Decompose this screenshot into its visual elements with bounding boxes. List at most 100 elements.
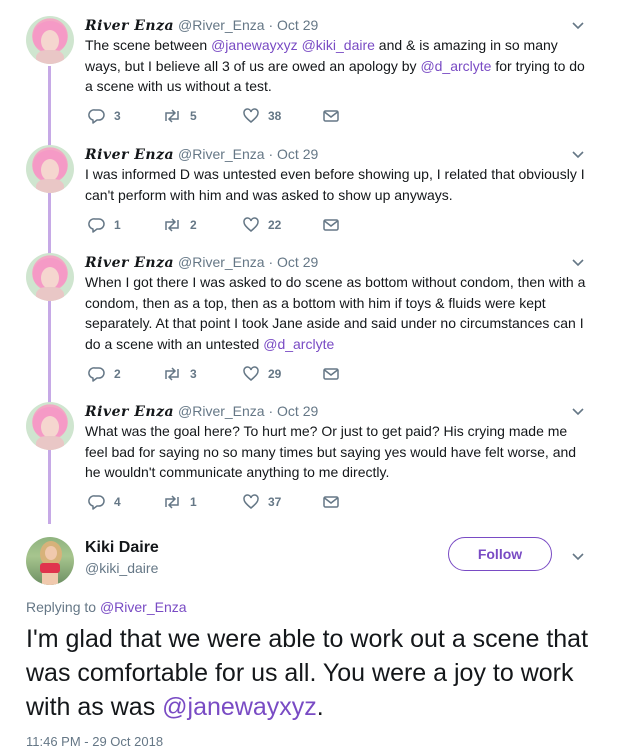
- retweet-count: 1: [190, 495, 197, 509]
- tweet-text-segment: When I got there I was asked to do scene…: [85, 274, 586, 352]
- tweet-timestamp[interactable]: 11:46 PM - 29 Oct 2018: [26, 734, 163, 749]
- avatar[interactable]: [26, 253, 74, 301]
- like-button[interactable]: 22: [242, 216, 322, 234]
- chevron-down-icon[interactable]: [571, 18, 585, 32]
- reply-count: 4: [114, 495, 121, 509]
- separator-dot: ·: [268, 403, 274, 419]
- tweet-actions: 2 3 29: [88, 364, 340, 384]
- separator-dot: ·: [268, 17, 274, 33]
- display-name[interactable]: River Enza: [85, 404, 174, 420]
- retweet-count: 2: [190, 218, 197, 232]
- reply-button[interactable]: 1: [88, 216, 162, 234]
- tweet-text: The scene between @janewayxyz @kiki_dair…: [85, 35, 590, 97]
- mention-link[interactable]: @janewayxyz: [211, 37, 298, 53]
- follow-button[interactable]: Follow: [448, 537, 552, 571]
- thread-tweet-4[interactable]: River Enza @River_Enza · Oct 29 What was…: [0, 402, 619, 518]
- reply-button[interactable]: 3: [88, 107, 162, 125]
- direct-message-icon: [322, 365, 340, 383]
- reply-button[interactable]: 4: [88, 493, 162, 511]
- display-name[interactable]: Kiki Daire: [85, 539, 159, 557]
- tweet-text: I was informed D was untested even befor…: [85, 164, 590, 205]
- retweet-button[interactable]: 5: [162, 107, 242, 125]
- chevron-down-icon[interactable]: [571, 147, 585, 161]
- display-name[interactable]: River Enza: [85, 147, 174, 163]
- like-button[interactable]: 37: [242, 493, 322, 511]
- separator-dot: ·: [268, 146, 274, 162]
- replying-prefix: Replying to: [26, 599, 100, 615]
- avatar[interactable]: [26, 16, 74, 64]
- thread-tweet-3[interactable]: River Enza @River_Enza · Oct 29 When I g…: [0, 253, 619, 389]
- username[interactable]: @River_Enza: [178, 17, 265, 33]
- retweet-button[interactable]: 3: [162, 365, 242, 383]
- mention-link[interactable]: @d_arclyte: [420, 58, 491, 74]
- display-name[interactable]: River Enza: [85, 18, 174, 34]
- retweet-button[interactable]: 1: [162, 493, 242, 511]
- like-icon: [242, 365, 260, 383]
- tweet-text: What was the goal here? To hurt me? Or j…: [85, 421, 590, 483]
- retweet-icon: [162, 493, 182, 511]
- chevron-down-icon[interactable]: [571, 255, 585, 269]
- tweet-actions: 3 5 38: [88, 106, 340, 126]
- tweet-header: River Enza @River_Enza · Oct 29: [85, 16, 318, 35]
- tweet-header: River Enza @River_Enza · Oct 29: [85, 402, 318, 421]
- retweet-button[interactable]: 2: [162, 216, 242, 234]
- like-count: 37: [268, 495, 282, 509]
- username[interactable]: @River_Enza: [178, 403, 265, 419]
- like-button[interactable]: 29: [242, 365, 322, 383]
- reply-count: 3: [114, 109, 121, 123]
- like-icon: [242, 107, 260, 125]
- like-icon: [242, 216, 260, 234]
- reply-icon: [88, 216, 106, 234]
- tweet-header: River Enza @River_Enza · Oct 29: [85, 253, 318, 272]
- replying-to-link[interactable]: @River_Enza: [100, 599, 187, 615]
- chevron-down-icon[interactable]: [571, 549, 585, 568]
- main-text-end: .: [316, 693, 324, 721]
- direct-message-button[interactable]: [322, 107, 340, 125]
- tweet-text-segment: What was the goal here? To hurt me? Or j…: [85, 423, 577, 480]
- tweet-header: River Enza @River_Enza · Oct 29: [85, 145, 318, 164]
- username[interactable]: @kiki_daire: [85, 560, 158, 576]
- mention-link[interactable]: @d_arclyte: [263, 336, 334, 352]
- mention-link[interactable]: @janewayxyz: [162, 693, 317, 721]
- tweet-date[interactable]: Oct 29: [277, 403, 318, 419]
- display-name[interactable]: River Enza: [85, 255, 174, 271]
- reply-icon: [88, 107, 106, 125]
- reply-icon: [88, 365, 106, 383]
- retweet-icon: [162, 365, 182, 383]
- avatar[interactable]: [26, 402, 74, 450]
- mention-link[interactable]: @kiki_daire: [302, 37, 375, 53]
- tweet-text-segment: The scene between: [85, 37, 212, 53]
- avatar[interactable]: [26, 145, 74, 193]
- direct-message-button[interactable]: [322, 493, 340, 511]
- chevron-down-icon[interactable]: [571, 404, 585, 418]
- tweet-text-segment: I was informed D was untested even befor…: [85, 166, 585, 203]
- main-tweet-text: I'm glad that we were able to work out a…: [26, 622, 601, 724]
- direct-message-icon: [322, 107, 340, 125]
- reply-count: 2: [114, 367, 121, 381]
- direct-message-icon: [322, 493, 340, 511]
- like-count: 22: [268, 218, 282, 232]
- like-icon: [242, 493, 260, 511]
- tweet-actions: 1 2 22: [88, 215, 340, 235]
- like-count: 29: [268, 367, 282, 381]
- direct-message-button[interactable]: [322, 216, 340, 234]
- tweet-actions: 4 1 37: [88, 492, 340, 512]
- thread-tweet-2[interactable]: River Enza @River_Enza · Oct 29 I was in…: [0, 145, 619, 241]
- thread-tweet-1[interactable]: River Enza @River_Enza · Oct 29 The scen…: [0, 16, 619, 134]
- username[interactable]: @River_Enza: [178, 254, 265, 270]
- retweet-icon: [162, 107, 182, 125]
- separator-dot: ·: [268, 254, 274, 270]
- reply-button[interactable]: 2: [88, 365, 162, 383]
- reply-icon: [88, 493, 106, 511]
- tweet-text: When I got there I was asked to do scene…: [85, 272, 590, 354]
- tweet-date[interactable]: Oct 29: [277, 146, 318, 162]
- tweet-date[interactable]: Oct 29: [277, 17, 318, 33]
- avatar[interactable]: [26, 537, 74, 585]
- reply-count: 1: [114, 218, 121, 232]
- tweet-date[interactable]: Oct 29: [277, 254, 318, 270]
- like-button[interactable]: 38: [242, 107, 322, 125]
- username[interactable]: @River_Enza: [178, 146, 265, 162]
- like-count: 38: [268, 109, 282, 123]
- direct-message-button[interactable]: [322, 365, 340, 383]
- retweet-count: 3: [190, 367, 197, 381]
